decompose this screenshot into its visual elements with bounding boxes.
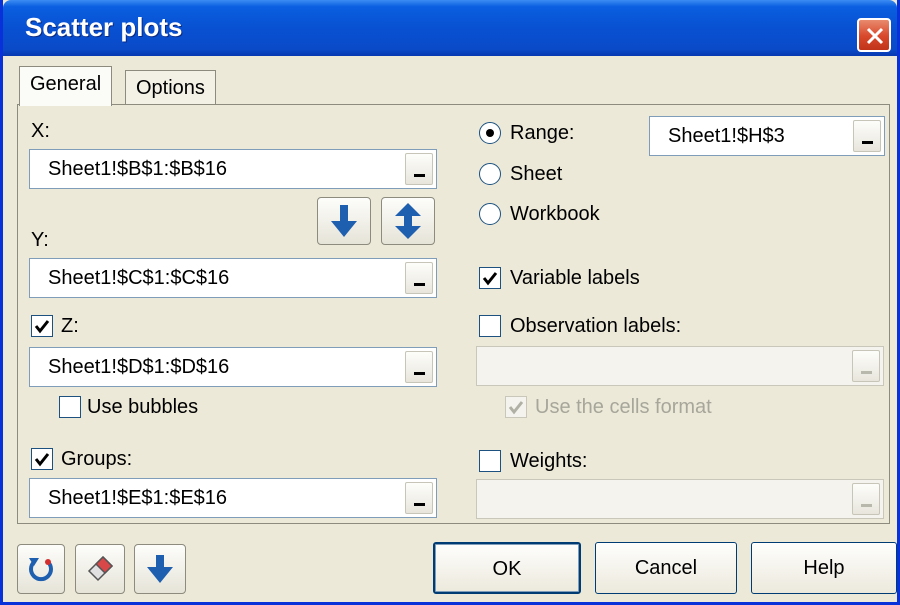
- checkmark-icon: [482, 272, 498, 286]
- output-range-field[interactable]: Sheet1!$H$3: [649, 116, 885, 156]
- weights-select-button[interactable]: [852, 483, 880, 515]
- weights-range-field[interactable]: [476, 479, 884, 519]
- x-range-field[interactable]: Sheet1!$B$1:$B$16: [29, 149, 437, 189]
- observation-labels-label: Observation labels:: [510, 315, 682, 337]
- collapse-button[interactable]: [134, 544, 186, 594]
- swap-button[interactable]: [381, 197, 435, 245]
- x-range-value: Sheet1!$B$1:$B$16: [48, 158, 228, 180]
- checkmark-icon: [508, 401, 524, 415]
- up-down-arrow-icon: [395, 203, 421, 239]
- sheet-radio[interactable]: [479, 163, 501, 185]
- title-bar[interactable]: Scatter plots: [3, 0, 897, 56]
- use-bubbles-label: Use bubbles: [87, 396, 199, 418]
- z-checkbox[interactable]: [31, 315, 53, 337]
- cancel-button[interactable]: Cancel: [595, 542, 737, 594]
- output-range-select-button[interactable]: [853, 120, 881, 152]
- variable-labels-label: Variable labels: [510, 267, 640, 289]
- close-button[interactable]: [857, 18, 891, 52]
- z-label: Z:: [61, 315, 79, 337]
- y-label: Y:: [31, 229, 49, 251]
- y-range-value: Sheet1!$C$1:$C$16: [48, 267, 230, 289]
- y-range-select-button[interactable]: [405, 262, 433, 294]
- z-range-select-button[interactable]: [405, 351, 433, 383]
- observation-labels-range-field[interactable]: [476, 346, 884, 386]
- sheet-label: Sheet: [510, 163, 563, 185]
- help-button[interactable]: Help: [751, 542, 897, 594]
- ok-button[interactable]: OK: [433, 542, 581, 594]
- tab-general[interactable]: General: [19, 66, 113, 106]
- weights-label: Weights:: [510, 450, 588, 472]
- range-radio[interactable]: [479, 122, 501, 144]
- range-label: Range:: [510, 122, 575, 144]
- close-icon: [866, 27, 884, 45]
- tab-options[interactable]: Options: [125, 70, 216, 104]
- checkmark-icon: [34, 453, 50, 467]
- move-down-button[interactable]: [317, 197, 371, 245]
- observation-labels-select-button[interactable]: [852, 350, 880, 382]
- eraser-icon: [87, 555, 114, 582]
- variable-labels-checkbox[interactable]: [479, 267, 501, 289]
- checkmark-icon: [34, 320, 50, 334]
- cells-format-checkbox[interactable]: [505, 396, 527, 418]
- groups-range-select-button[interactable]: [405, 482, 433, 514]
- window-title: Scatter plots: [25, 12, 183, 42]
- cells-format-label: Use the cells format: [535, 396, 712, 418]
- use-bubbles-checkbox[interactable]: [59, 396, 81, 418]
- dialog-window: Scatter plots General Options X: Sheet1!…: [0, 0, 900, 605]
- groups-range-field[interactable]: Sheet1!$E$1:$E$16: [29, 478, 437, 518]
- y-range-field[interactable]: Sheet1!$C$1:$C$16: [29, 258, 437, 298]
- z-range-field[interactable]: Sheet1!$D$1:$D$16: [29, 347, 437, 387]
- observation-labels-checkbox[interactable]: [479, 315, 501, 337]
- workbook-radio[interactable]: [479, 203, 501, 225]
- reset-button[interactable]: [17, 544, 65, 594]
- weights-checkbox[interactable]: [479, 450, 501, 472]
- output-range-value: Sheet1!$H$3: [668, 125, 785, 147]
- z-range-value: Sheet1!$D$1:$D$16: [48, 356, 230, 378]
- groups-label: Groups:: [61, 448, 133, 470]
- x-range-select-button[interactable]: [405, 153, 433, 185]
- groups-range-value: Sheet1!$E$1:$E$16: [48, 487, 228, 509]
- groups-checkbox[interactable]: [31, 448, 53, 470]
- x-label: X:: [31, 120, 50, 142]
- arrow-down-icon: [147, 555, 173, 583]
- refresh-icon: [29, 558, 53, 582]
- clear-button[interactable]: [75, 544, 125, 594]
- arrow-down-icon: [331, 205, 357, 237]
- workbook-label: Workbook: [510, 203, 600, 225]
